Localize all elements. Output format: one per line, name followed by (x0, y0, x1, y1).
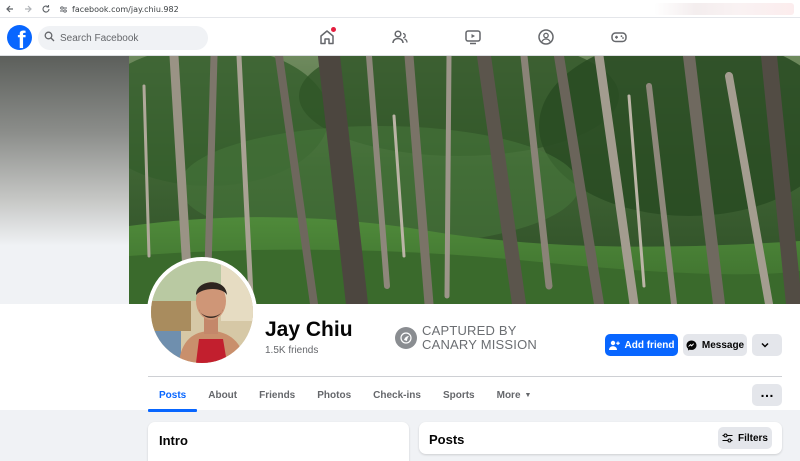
url-text: facebook.com/jay.chiu.982 (72, 4, 179, 14)
search-box[interactable] (38, 26, 208, 50)
address-bar[interactable]: facebook.com/jay.chiu.982 (58, 2, 618, 16)
tab-posts[interactable]: Posts (148, 378, 198, 412)
forward-button[interactable] (20, 1, 36, 17)
tab-friends[interactable]: Friends (248, 378, 306, 412)
notification-dot (331, 27, 336, 32)
tab-about[interactable]: About (197, 378, 248, 412)
tab-more[interactable]: More ▼ (486, 378, 543, 412)
main-navigation (290, 18, 655, 56)
site-info-icon[interactable] (58, 4, 68, 14)
nav-gaming[interactable] (582, 18, 655, 56)
caret-down-icon: ▼ (524, 391, 532, 399)
message-button[interactable]: Message (683, 334, 747, 356)
gaming-icon (610, 32, 627, 43)
profile-options-dropdown[interactable] (752, 334, 782, 356)
canary-mission-watermark: CAPTURED BY CANARY MISSION (395, 324, 537, 352)
back-button[interactable] (2, 1, 18, 17)
chevron-down-icon (760, 342, 769, 348)
posts-card: Posts Filters (419, 422, 782, 454)
profile-name: Jay Chiu (265, 318, 353, 341)
nav-home[interactable] (290, 18, 363, 56)
stamp-line-1: CAPTURED BY (422, 323, 517, 338)
search-input[interactable] (60, 32, 200, 44)
browser-toolbar: facebook.com/jay.chiu.982 (0, 0, 800, 18)
extensions-area (654, 3, 794, 15)
nav-watch[interactable] (436, 18, 509, 56)
facebook-logo[interactable]: f (7, 25, 32, 50)
ellipsis-icon: … (760, 384, 774, 400)
nav-friends[interactable] (363, 18, 436, 56)
tab-photos[interactable]: Photos (306, 378, 362, 412)
add-friend-button[interactable]: Add friend (605, 334, 678, 356)
canary-logo-icon (395, 327, 417, 349)
messenger-icon (686, 340, 697, 350)
filters-button[interactable]: Filters (718, 427, 772, 449)
reload-button[interactable] (38, 1, 54, 17)
friends-icon (391, 30, 408, 44)
tab-sports[interactable]: Sports (432, 378, 486, 412)
header-divider (148, 376, 782, 377)
watch-icon (464, 30, 481, 45)
facebook-header: f (0, 18, 800, 56)
add-friend-icon (608, 340, 620, 350)
intro-title: Intro (159, 433, 188, 448)
intro-card: Intro (148, 422, 409, 461)
stamp-line-2: CANARY MISSION (422, 337, 538, 352)
filters-icon (722, 433, 733, 443)
nav-groups[interactable] (509, 18, 582, 56)
profile-avatar[interactable] (147, 257, 257, 367)
tab-check-ins[interactable]: Check-ins (362, 378, 432, 412)
friends-count-link[interactable]: 1.5K friends (265, 345, 318, 356)
cover-edge-fade (0, 56, 130, 246)
tabs-more-options-button[interactable]: … (752, 384, 782, 406)
profile-tabs: Posts About Friends Photos Check-ins Spo… (148, 378, 542, 412)
search-icon (44, 29, 55, 47)
groups-icon (537, 29, 554, 45)
posts-title: Posts (429, 432, 465, 447)
